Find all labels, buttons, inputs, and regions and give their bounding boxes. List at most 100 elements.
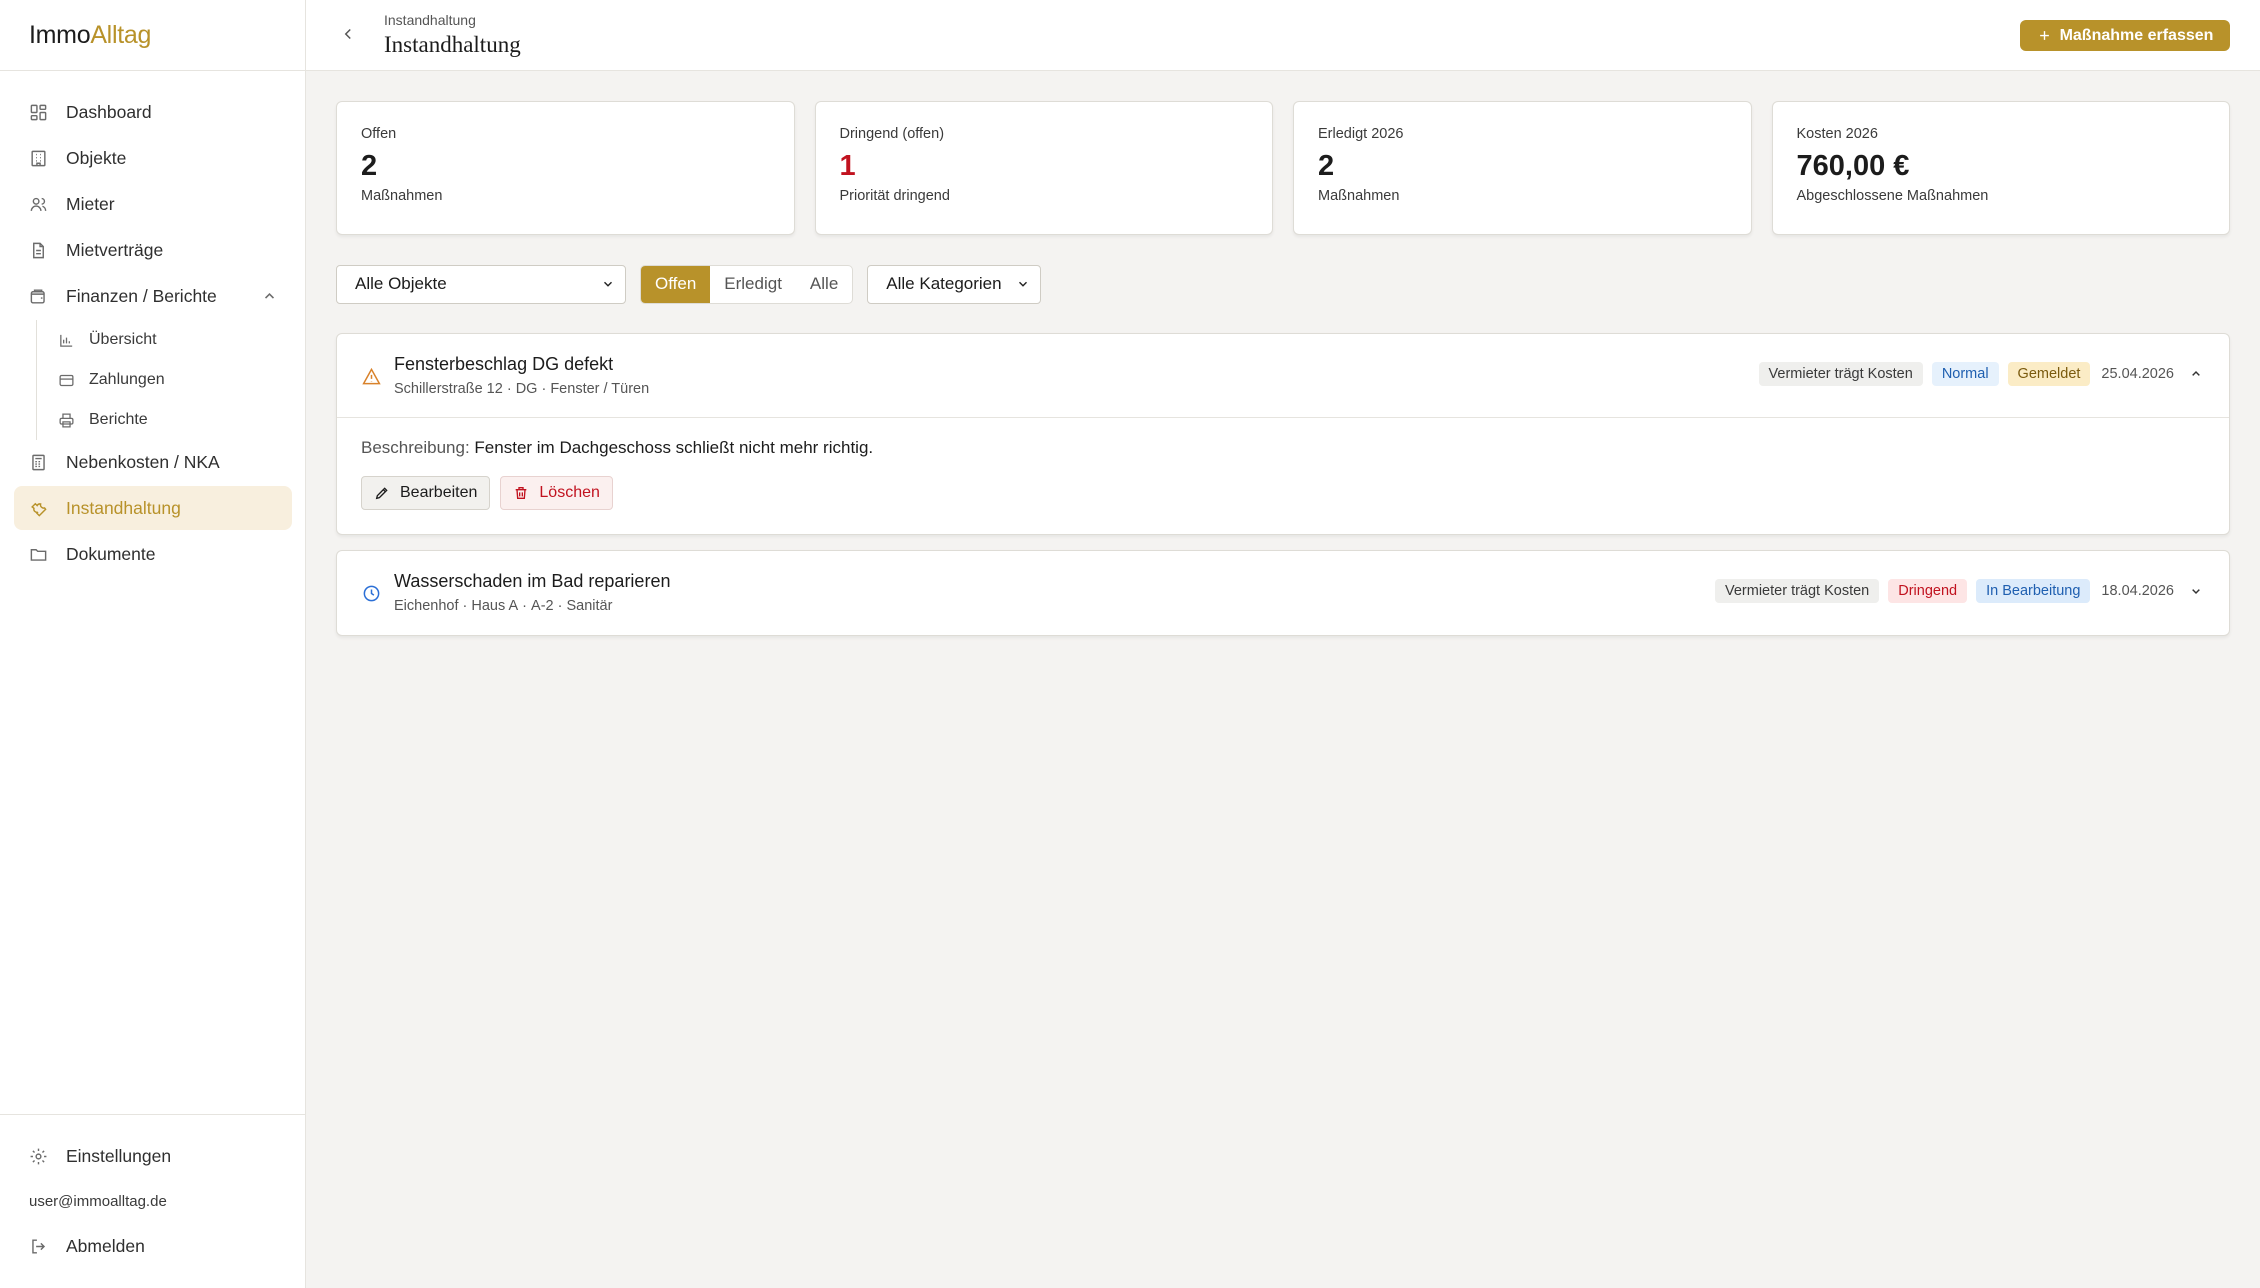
sidebar-item-label: Finanzen / Berichte: [66, 285, 217, 306]
maintenance-item: Fensterbeschlag DG defekt Schillerstraße…: [336, 333, 2230, 535]
tab-erledigt[interactable]: Erledigt: [710, 266, 796, 303]
stat-value: 2: [1318, 150, 1335, 182]
chevron-up-icon[interactable]: [260, 287, 276, 303]
status-tabs: Offen Erledigt Alle: [640, 264, 854, 304]
logo-divider: [0, 70, 306, 71]
item-date: 18.04.2026: [2101, 583, 2174, 599]
page-header: Instandhaltung Instandhaltung Maßnahme e…: [306, 0, 2260, 71]
sidebar-item-dashboard[interactable]: Dashboard: [14, 90, 292, 134]
add-measure-label: Maßnahme erfassen: [2059, 26, 2214, 44]
item-header[interactable]: Fensterbeschlag DG defekt Schillerstraße…: [337, 334, 2229, 418]
app-logo[interactable]: ImmoAlltag: [29, 20, 151, 50]
category-select[interactable]: Alle Kategorien: [867, 264, 1042, 304]
sidebar-subitem-berichte[interactable]: Berichte: [37, 400, 292, 440]
chevron-down-icon: [1019, 281, 1028, 287]
item-meta-unit: DG: [515, 381, 538, 397]
sidebar-subitem-label: Berichte: [89, 411, 148, 428]
item-meta-category: Fenster / Türen: [550, 381, 650, 397]
logo-text-alltag: Alltag: [90, 21, 152, 49]
stat-card-dringend: Dringend (offen) 1 Priorität dringend: [814, 101, 1273, 235]
settings-label: Einstellungen: [66, 1145, 172, 1166]
stat-label: Offen: [361, 126, 397, 142]
item-meta-unit: A-2: [531, 598, 554, 614]
sidebar-item-label: Objekte: [66, 147, 127, 168]
cost-badge: Vermieter trägt Kosten: [1714, 579, 1880, 603]
sidebar-item-finanzen[interactable]: Finanzen / Berichte: [14, 274, 292, 318]
main-nav: Dashboard Objekte Mieter Mietverträge Fi…: [14, 90, 292, 578]
building-icon: [28, 148, 48, 168]
item-description: Beschreibung: Fenster im Dachgeschoss sc…: [361, 438, 2205, 458]
user-email: user@immoalltag.de: [29, 1193, 167, 1210]
add-measure-button[interactable]: Maßnahme erfassen: [2020, 20, 2230, 51]
document-icon: [28, 240, 48, 260]
back-button[interactable]: [336, 22, 360, 46]
edit-button[interactable]: Bearbeiten: [361, 476, 491, 510]
sidebar-item-mieter[interactable]: Mieter: [14, 182, 292, 226]
sidebar-item-mietvertraege[interactable]: Mietverträge: [14, 228, 292, 272]
chevron-left-icon: [344, 28, 351, 40]
pencil-icon: [375, 487, 388, 500]
users-icon: [28, 194, 48, 214]
item-date: 25.04.2026: [2101, 366, 2174, 382]
item-title: Wasserschaden im Bad reparieren: [394, 571, 671, 591]
chevron-up-icon[interactable]: [2187, 365, 2205, 383]
logout-area: Abmelden: [14, 1224, 292, 1270]
settings-area: Einstellungen: [14, 1134, 292, 1180]
sidebar: ImmoAlltag Dashboard Objekte Mieter Miet…: [0, 0, 306, 1288]
stat-card-offen: Offen 2 Maßnahmen: [336, 101, 795, 235]
item-meta: Eichenhof · Haus A · A-2 · Sanitär: [394, 598, 613, 614]
sidebar-item-label: Mieter: [66, 193, 115, 214]
logout-button[interactable]: Abmelden: [14, 1224, 292, 1268]
sidebar-item-instandhaltung[interactable]: Instandhaltung: [14, 486, 292, 530]
stat-subtitle: Maßnahmen: [1318, 188, 1400, 204]
sidebar-item-label: Instandhaltung: [66, 497, 181, 518]
stat-value: 2: [361, 150, 378, 182]
filter-bar: Alle Objekte Offen Erledigt Alle Alle Ka…: [336, 264, 1042, 304]
sidebar-item-label: Mietverträge: [66, 239, 164, 260]
stat-label: Erledigt 2026: [1318, 126, 1404, 142]
sidebar-subitem-label: Zahlungen: [89, 371, 165, 388]
gear-icon: [28, 1146, 48, 1166]
breadcrumb[interactable]: Instandhaltung: [384, 12, 476, 28]
object-select[interactable]: Alle Objekte: [336, 264, 626, 304]
wrench-icon: [28, 498, 48, 518]
item-header[interactable]: Wasserschaden im Bad reparieren Eichenho…: [337, 551, 2229, 635]
finanzen-subnav: Übersicht Zahlungen Berichte: [36, 320, 292, 440]
credit-card-icon: [57, 371, 75, 389]
logout-icon: [28, 1236, 48, 1256]
item-actions: Bearbeiten Löschen: [361, 476, 2205, 510]
description-text: Fenster im Dachgeschoss schließt nicht m…: [474, 438, 874, 457]
item-meta-object: Schillerstraße 12: [394, 381, 503, 397]
sidebar-item-objekte[interactable]: Objekte: [14, 136, 292, 180]
sidebar-item-einstellungen[interactable]: Einstellungen: [14, 1134, 292, 1178]
calculator-icon: [28, 452, 48, 472]
sidebar-item-dokumente[interactable]: Dokumente: [14, 532, 292, 576]
item-meta-building: Haus A: [471, 598, 519, 614]
plus-icon: [2039, 31, 2049, 40]
category-select-value: Alle Kategorien: [886, 274, 1002, 293]
sidebar-item-label: Nebenkosten / NKA: [66, 451, 220, 472]
status-badge: In Bearbeitung: [1976, 579, 2091, 603]
priority-badge: Normal: [1931, 362, 1999, 386]
stat-subtitle: Maßnahmen: [361, 188, 443, 204]
page-title: Instandhaltung: [384, 32, 521, 57]
sidebar-item-label: Dashboard: [66, 101, 152, 122]
stats-row: Offen 2 Maßnahmen Dringend (offen) 1 Pri…: [336, 101, 2230, 235]
delete-label: Löschen: [539, 484, 600, 501]
stat-label: Kosten 2026: [1796, 126, 1878, 142]
sidebar-subitem-label: Übersicht: [89, 331, 157, 348]
maintenance-item: Wasserschaden im Bad reparieren Eichenho…: [336, 550, 2230, 636]
sidebar-subitem-uebersicht[interactable]: Übersicht: [37, 320, 292, 360]
delete-button[interactable]: Löschen: [500, 476, 613, 510]
priority-badge: Dringend: [1888, 579, 1968, 603]
item-meta: Schillerstraße 12 · DG · Fenster / Türen: [394, 381, 650, 397]
tab-alle[interactable]: Alle: [796, 266, 852, 303]
sidebar-item-nebenkosten[interactable]: Nebenkosten / NKA: [14, 440, 292, 484]
folder-icon: [28, 544, 48, 564]
trash-icon: [516, 487, 527, 499]
wallet-icon: [28, 286, 48, 306]
sidebar-subitem-zahlungen[interactable]: Zahlungen: [37, 360, 292, 400]
stat-subtitle: Abgeschlossene Maßnahmen: [1796, 188, 1989, 204]
tab-offen[interactable]: Offen: [641, 265, 711, 303]
chevron-down-icon[interactable]: [2187, 582, 2205, 600]
